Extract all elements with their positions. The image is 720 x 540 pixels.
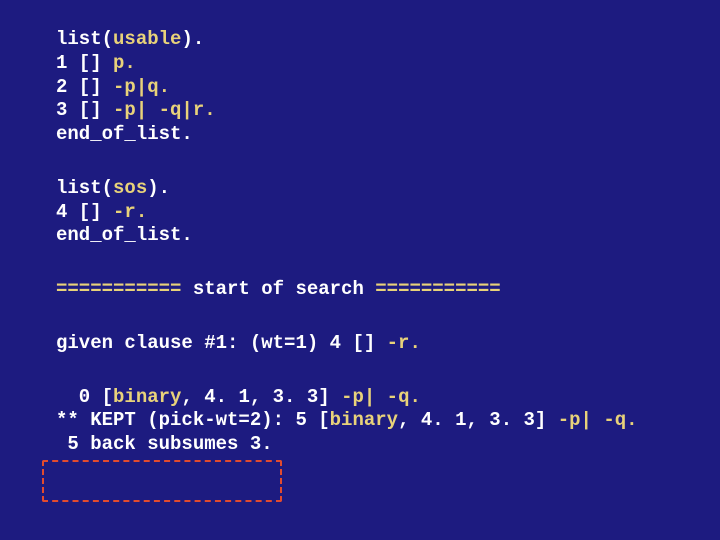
binary-keyword: binary	[330, 409, 398, 431]
list-close-paren: ).	[147, 177, 170, 199]
sos-line-4: 4 [] -r.	[56, 201, 664, 225]
sos-keyword: sos	[113, 177, 147, 199]
search-label: start of search	[193, 278, 364, 300]
given-term: -r.	[387, 332, 421, 354]
deriv-0: 0 [binary, 4. 1, 3. 3] -p| -q.	[56, 386, 664, 410]
kept-ref: , 4. 1, 3. 3]	[398, 409, 558, 431]
kept-line: ** KEPT (pick-wt=2): 5 [binary, 4. 1, 3.…	[56, 409, 664, 433]
given-prefix: given clause #1: (wt=1) 4 []	[56, 332, 387, 354]
kept-term: -p| -q.	[558, 409, 638, 431]
eq-left: ===========	[56, 278, 193, 300]
sos-list: list(sos). 4 [] -r. end_of_list.	[56, 177, 664, 248]
clause-body: -p|q.	[113, 76, 170, 98]
usable-keyword: usable	[113, 28, 181, 50]
usable-header: list(usable).	[56, 28, 664, 52]
list-open: list(	[56, 28, 113, 50]
deriv-id: 0 [	[56, 386, 113, 408]
list-close-paren: ).	[181, 28, 204, 50]
list-open: list(	[56, 177, 113, 199]
usable-end: end_of_list.	[56, 123, 664, 147]
slide: list(usable). 1 [] p. 2 [] -p|q. 3 [] -p…	[0, 0, 720, 540]
subsumes-line: 5 back subsumes 3.	[56, 433, 664, 457]
clause-id: 3 []	[56, 99, 113, 121]
sos-end: end_of_list.	[56, 224, 664, 248]
kept-prefix: ** KEPT (pick-wt=2): 5 [	[56, 409, 330, 431]
search-divider: =========== start of search ===========	[56, 278, 664, 302]
sos-header: list(sos).	[56, 177, 664, 201]
derivation: 0 [binary, 4. 1, 3. 3] -p| -q. ** KEPT (…	[56, 386, 664, 457]
deriv-ref: , 4. 1, 3. 3]	[181, 386, 341, 408]
clause-id: 2 []	[56, 76, 113, 98]
binary-keyword: binary	[113, 386, 181, 408]
clause-id: 4 []	[56, 201, 113, 223]
highlight-box	[42, 460, 282, 502]
deriv-term: -p| -q.	[341, 386, 421, 408]
eq-right: ===========	[364, 278, 501, 300]
clause-body: p.	[113, 52, 136, 74]
given-clause: given clause #1: (wt=1) 4 [] -r.	[56, 332, 664, 356]
clause-body: -p| -q|r.	[113, 99, 216, 121]
usable-line-1: 1 [] p.	[56, 52, 664, 76]
usable-list: list(usable). 1 [] p. 2 [] -p|q. 3 [] -p…	[56, 28, 664, 147]
usable-line-2: 2 [] -p|q.	[56, 76, 664, 100]
clause-id: 1 []	[56, 52, 113, 74]
usable-line-3: 3 [] -p| -q|r.	[56, 99, 664, 123]
clause-body: -r.	[113, 201, 147, 223]
